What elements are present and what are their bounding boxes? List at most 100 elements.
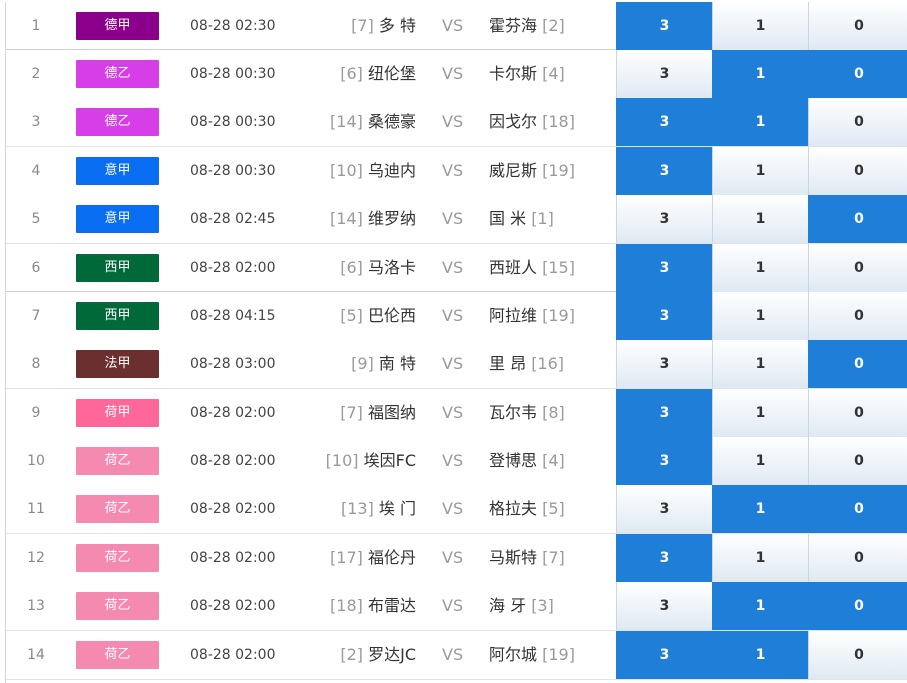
home-team[interactable]: [14] 桑德豪 bbox=[330, 98, 416, 146]
match-row: 2 德乙 08-28 00:30 [6] 纽伦堡 VS 卡尔斯 [4] 3 1 … bbox=[6, 50, 907, 99]
bet-option-win[interactable]: 3 bbox=[616, 195, 712, 243]
bet-option-loss[interactable]: 0 bbox=[808, 534, 907, 582]
bet-option-draw[interactable]: 1 bbox=[712, 147, 808, 195]
away-team[interactable]: 因戈尔 [18] bbox=[489, 98, 575, 146]
bet-option-win[interactable]: 3 bbox=[616, 340, 712, 388]
away-team[interactable]: 登博思 [4] bbox=[489, 437, 565, 485]
away-team[interactable]: 马斯特 [7] bbox=[489, 534, 565, 582]
bet-option-win[interactable]: 3 bbox=[616, 534, 712, 582]
bet-option-win[interactable]: 3 bbox=[616, 98, 712, 146]
league-badge[interactable]: 荷乙 bbox=[76, 592, 159, 620]
home-team[interactable]: [9] 南 特 bbox=[351, 340, 416, 388]
away-team[interactable]: 瓦尔韦 [8] bbox=[489, 389, 565, 437]
home-rank: [10] bbox=[325, 451, 359, 470]
bet-option-loss[interactable]: 0 bbox=[808, 2, 907, 50]
bet-option-loss[interactable]: 0 bbox=[808, 98, 907, 146]
away-team[interactable]: 阿尔城 [19] bbox=[489, 631, 575, 679]
away-team-name: 卡尔斯 bbox=[489, 64, 538, 83]
bet-option-draw[interactable]: 1 bbox=[712, 389, 808, 437]
away-team[interactable]: 国 米 [1] bbox=[489, 195, 554, 243]
match-row: 8 法甲 08-28 03:00 [9] 南 特 VS 里 昂 [16] 3 1… bbox=[6, 340, 907, 389]
bet-option-loss[interactable]: 0 bbox=[808, 582, 907, 630]
bet-option-draw[interactable]: 1 bbox=[712, 292, 808, 340]
match-time: 08-28 00:30 bbox=[190, 114, 276, 130]
league-badge[interactable]: 德甲 bbox=[76, 12, 159, 40]
bet-option-draw[interactable]: 1 bbox=[712, 534, 808, 582]
bet-option-loss[interactable]: 0 bbox=[808, 50, 907, 98]
home-team-name: 布雷达 bbox=[367, 596, 416, 615]
home-team[interactable]: [14] 维罗纳 bbox=[330, 195, 416, 243]
away-team[interactable]: 格拉夫 [5] bbox=[489, 485, 565, 533]
bet-option-win[interactable]: 3 bbox=[616, 631, 712, 679]
vs-label: VS bbox=[442, 451, 464, 470]
match-number: 14 bbox=[27, 647, 45, 663]
home-team[interactable]: [10] 乌迪内 bbox=[330, 147, 416, 195]
bet-option-draw[interactable]: 1 bbox=[712, 2, 808, 50]
home-rank: [14] bbox=[330, 209, 363, 228]
home-team[interactable]: [18] 布雷达 bbox=[330, 582, 416, 630]
league-badge[interactable]: 意甲 bbox=[76, 157, 159, 185]
away-team[interactable]: 西班人 [15] bbox=[489, 244, 575, 292]
away-team[interactable]: 阿拉维 [19] bbox=[489, 292, 575, 340]
match-time: 08-28 02:00 bbox=[190, 453, 276, 469]
bet-option-loss[interactable]: 0 bbox=[808, 292, 907, 340]
home-team[interactable]: [7] 福图纳 bbox=[340, 389, 416, 437]
league-badge[interactable]: 荷乙 bbox=[76, 495, 159, 523]
league-badge[interactable]: 荷乙 bbox=[76, 544, 159, 572]
bet-option-draw[interactable]: 1 bbox=[712, 437, 808, 485]
bet-option-draw[interactable]: 1 bbox=[712, 485, 808, 533]
home-team-name: 马洛卡 bbox=[367, 258, 416, 277]
bet-option-loss[interactable]: 0 bbox=[808, 485, 907, 533]
bet-option-draw[interactable]: 1 bbox=[712, 244, 808, 292]
vs-label: VS bbox=[442, 258, 464, 277]
bet-option-win[interactable]: 3 bbox=[616, 50, 712, 98]
bet-option-draw[interactable]: 1 bbox=[712, 195, 808, 243]
bet-option-win[interactable]: 3 bbox=[616, 147, 712, 195]
bet-option-draw[interactable]: 1 bbox=[712, 98, 808, 146]
bet-option-win[interactable]: 3 bbox=[616, 2, 712, 50]
bet-option-win[interactable]: 3 bbox=[616, 292, 712, 340]
league-badge[interactable]: 法甲 bbox=[76, 350, 159, 378]
home-team-name: 多 特 bbox=[378, 16, 416, 35]
home-team[interactable]: [17] 福伦丹 bbox=[330, 534, 416, 582]
home-team[interactable]: [6] 马洛卡 bbox=[340, 244, 416, 292]
home-rank: [6] bbox=[340, 64, 363, 83]
bet-option-draw[interactable]: 1 bbox=[712, 50, 808, 98]
league-badge[interactable]: 荷乙 bbox=[76, 641, 159, 669]
away-team[interactable]: 卡尔斯 [4] bbox=[489, 50, 565, 98]
home-team[interactable]: [5] 巴伦西 bbox=[340, 292, 416, 340]
league-badge[interactable]: 意甲 bbox=[76, 205, 159, 233]
league-badge[interactable]: 德乙 bbox=[76, 60, 159, 88]
bet-option-loss[interactable]: 0 bbox=[808, 340, 907, 388]
league-badge[interactable]: 荷乙 bbox=[76, 447, 159, 475]
vs-label: VS bbox=[442, 16, 464, 35]
away-team[interactable]: 霍芬海 [2] bbox=[489, 2, 565, 50]
away-team[interactable]: 威尼斯 [19] bbox=[489, 147, 575, 195]
bet-option-draw[interactable]: 1 bbox=[712, 582, 808, 630]
away-team[interactable]: 里 昂 [16] bbox=[489, 340, 564, 388]
away-team[interactable]: 海 牙 [3] bbox=[489, 582, 554, 630]
home-team[interactable]: [13] 埃 门 bbox=[341, 485, 416, 533]
bet-option-win[interactable]: 3 bbox=[616, 582, 712, 630]
home-team[interactable]: [6] 纽伦堡 bbox=[340, 50, 416, 98]
home-team[interactable]: [7] 多 特 bbox=[351, 2, 416, 50]
home-team[interactable]: [2] 罗达JC bbox=[340, 631, 416, 679]
bet-option-win[interactable]: 3 bbox=[616, 437, 712, 485]
bet-option-loss[interactable]: 0 bbox=[808, 147, 907, 195]
bet-option-win[interactable]: 3 bbox=[616, 485, 712, 533]
bet-option-loss[interactable]: 0 bbox=[808, 244, 907, 292]
league-badge[interactable]: 西甲 bbox=[76, 302, 159, 330]
bet-option-loss[interactable]: 0 bbox=[808, 437, 907, 485]
bet-option-loss[interactable]: 0 bbox=[808, 389, 907, 437]
bet-option-draw[interactable]: 1 bbox=[712, 631, 808, 679]
bet-option-win[interactable]: 3 bbox=[616, 389, 712, 437]
bet-option-loss[interactable]: 0 bbox=[808, 631, 907, 679]
bet-option-win[interactable]: 3 bbox=[616, 244, 712, 292]
league-badge[interactable]: 荷甲 bbox=[76, 399, 159, 427]
home-team[interactable]: [10] 埃因FC bbox=[326, 437, 416, 485]
bet-option-draw[interactable]: 1 bbox=[712, 340, 808, 388]
league-badge[interactable]: 德乙 bbox=[76, 108, 159, 136]
bet-option-loss[interactable]: 0 bbox=[808, 195, 907, 243]
match-row: 10 荷乙 08-28 02:00 [10] 埃因FC VS 登博思 [4] 3… bbox=[6, 437, 907, 486]
league-badge[interactable]: 西甲 bbox=[76, 254, 159, 282]
